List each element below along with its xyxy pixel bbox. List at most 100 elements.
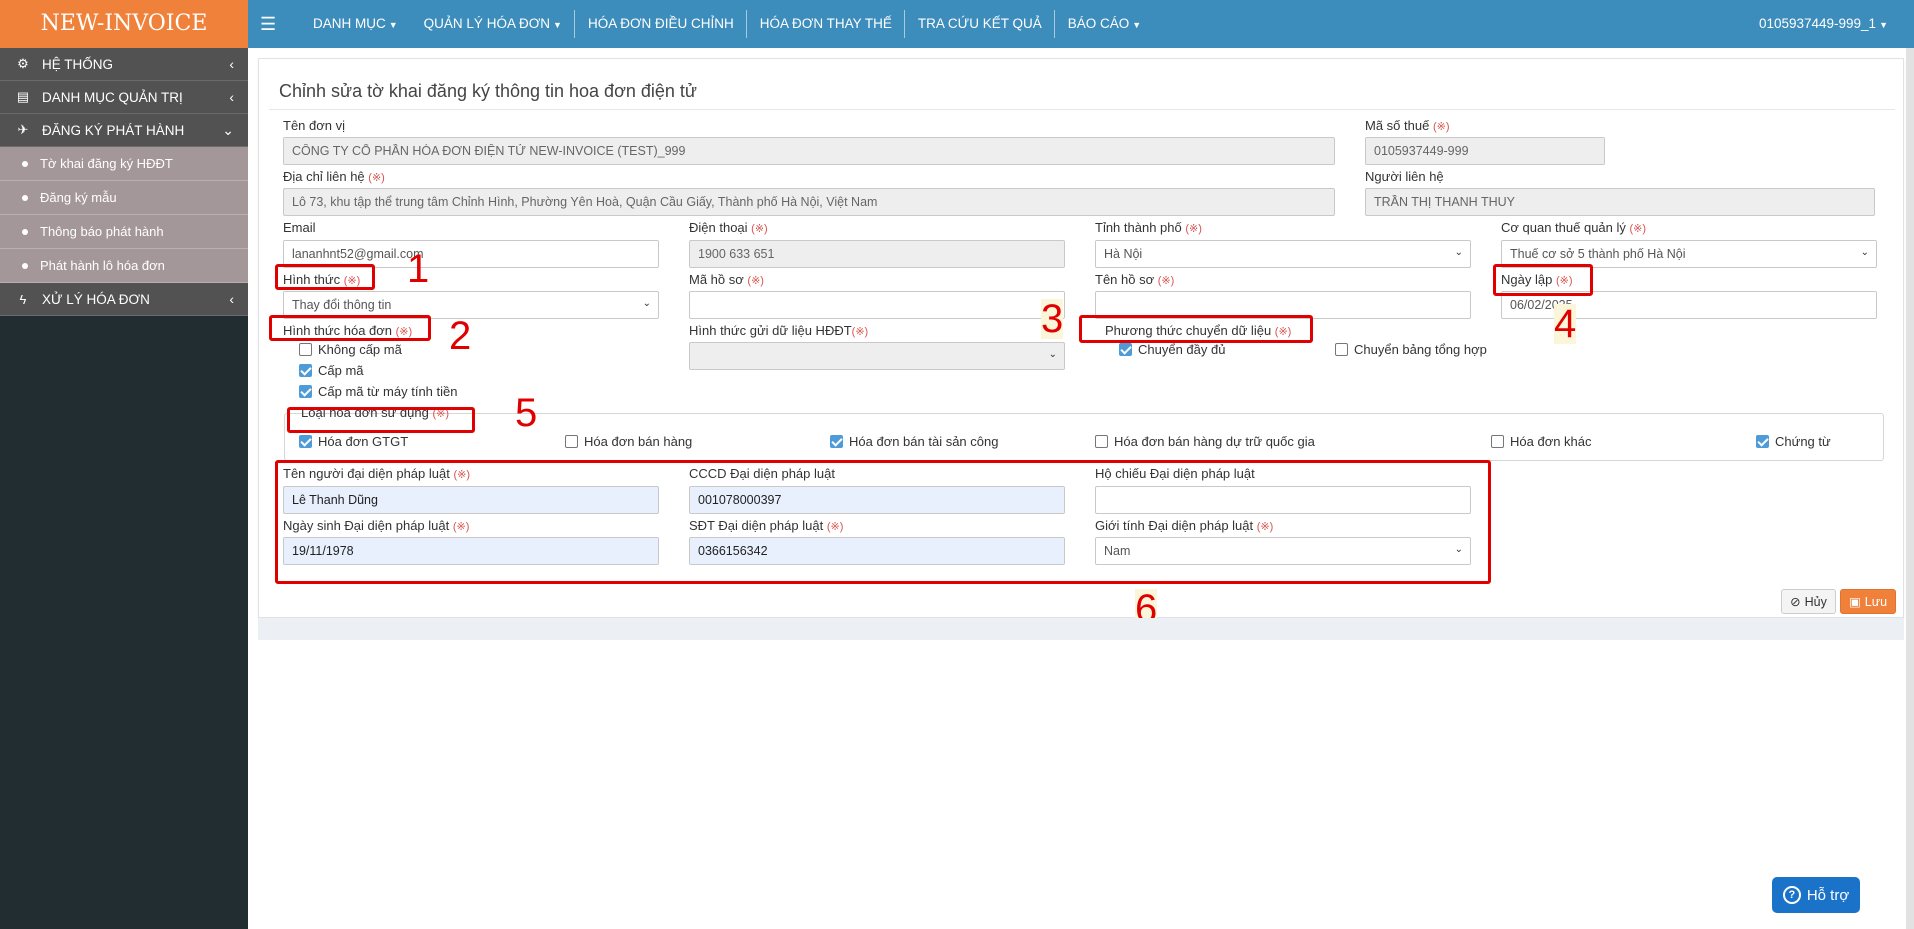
caret-down-icon: ▼ [388, 20, 398, 30]
chevron-left-icon: ‹ [229, 56, 234, 72]
hoa-don-ban-hang-checkbox[interactable]: Hóa đơn bán hàng [565, 434, 692, 449]
chuyen-bang-tong-hop-checkbox[interactable]: Chuyển bảng tổng hợp [1335, 342, 1487, 357]
annotation-number-1: 1 [407, 247, 430, 291]
ten-ho-so-label: Tên hồ sơ (※) [1095, 272, 1175, 287]
khong-cap-ma-checkbox[interactable]: Không cấp mã [299, 342, 402, 357]
topnav-danh-muc[interactable]: DANH MỤC ▼ [300, 0, 411, 48]
title-divider [269, 109, 1895, 110]
sidebar-subitem-thong-bao[interactable]: Thông báo phát hành [0, 215, 248, 249]
annotation-number-4: 4 [1554, 302, 1577, 346]
form-panel: Chỉnh sửa tờ khai đăng ký thông tin hoa … [258, 58, 1904, 629]
bolt-icon: ϟ [19, 291, 27, 307]
sidebar-subitem-phat-hanh-lo[interactable]: Phát hành lô hóa đơn [0, 249, 248, 283]
sidebar-item-label: HỆ THỐNG [42, 56, 114, 72]
tinh-thanh-pho-select[interactable]: Hà Nội [1095, 240, 1471, 268]
bullet-icon [22, 194, 28, 201]
topnav-hoa-don-dieu-chinh[interactable]: HÓA ĐƠN ĐIỀU CHỈNH [575, 0, 747, 48]
chevron-left-icon: ‹ [229, 291, 234, 307]
checkbox-box [1119, 343, 1132, 356]
panel-footer-strip [258, 618, 1904, 640]
checkbox-box [1491, 435, 1504, 448]
hinh-thuc-gui-select-wrap: ⌄ [689, 342, 1065, 370]
sidebar-item-label: XỬ LÝ HÓA ĐƠN [42, 291, 150, 307]
caret-down-icon: ▼ [1879, 20, 1888, 30]
ten-don-vi-label: Tên đơn vị [283, 118, 345, 133]
cap-ma-may-tinh-tien-checkbox[interactable]: Cấp mã từ máy tính tiền [299, 384, 457, 399]
sidebar-subitem-label: Phát hành lô hóa đơn [40, 258, 165, 273]
main-content: Chỉnh sửa tờ khai đăng ký thông tin hoa … [248, 48, 1914, 929]
sidebar-item-label: ĐĂNG KÝ PHÁT HÀNH [42, 122, 185, 138]
vertical-scrollbar[interactable] [1906, 48, 1914, 929]
topnav-label: QUẢN LÝ HÓA ĐƠN [423, 16, 551, 31]
sidebar-item-danh-muc-quan-tri[interactable]: ▤ DANH MỤC QUẢN TRỊ ‹ [0, 81, 248, 114]
ma-ho-so-label: Mã hồ sơ (※) [689, 272, 764, 287]
topnav-label: TRA CỨU KẾT QUẢ [917, 16, 1042, 31]
nguoi-lien-he-label: Người liên hệ [1365, 169, 1444, 184]
hoa-don-tai-san-cong-checkbox[interactable]: Hóa đơn bán tài sản công [830, 434, 998, 449]
annotation-box-5 [287, 407, 475, 433]
hinh-thuc-gui-select[interactable] [689, 342, 1065, 370]
checkbox-box [565, 435, 578, 448]
top-navbar: NEW-INVOICE ☰ DANH MỤC ▼ QUẢN LÝ HÓA ĐƠN ▼… [0, 0, 1914, 48]
hoa-don-khac-checkbox[interactable]: Hóa đơn khác [1491, 434, 1592, 449]
annotation-box-6 [275, 460, 1491, 584]
sidebar-item-xu-ly-hoa-don[interactable]: ϟ XỬ LÝ HÓA ĐƠN ‹ [0, 283, 248, 316]
ma-so-thue-label: Mã số thuế (※) [1365, 118, 1450, 133]
bullet-icon [22, 262, 28, 269]
caret-down-icon: ▼ [553, 20, 562, 30]
nguoi-lien-he-input[interactable] [1365, 188, 1875, 216]
sidebar-subitem-label: Thông báo phát hành [40, 224, 164, 239]
account-menu[interactable]: 0105937449-999_1 ▼ [1759, 0, 1888, 49]
ma-so-thue-input[interactable] [1365, 137, 1605, 165]
topnav-quan-ly-hoa-don[interactable]: QUẢN LÝ HÓA ĐƠN ▼ [411, 0, 576, 48]
hoa-don-gtgt-checkbox[interactable]: Hóa đơn GTGT [299, 434, 408, 449]
cancel-button[interactable]: ⊘ Hủy [1781, 589, 1836, 614]
checkbox-box [299, 435, 312, 448]
question-icon: ? [1782, 886, 1801, 904]
top-nav: DANH MỤC ▼ QUẢN LÝ HÓA ĐƠN ▼ HÓA ĐƠN ĐIỀU … [300, 0, 1154, 48]
dien-thoai-input[interactable] [689, 240, 1065, 268]
sidebar-subitem-to-khai[interactable]: Tờ khai đăng ký HĐĐT [0, 147, 248, 181]
topnav-label: HÓA ĐƠN ĐIỀU CHỈNH [587, 16, 734, 31]
bullet-icon [22, 160, 28, 167]
annotation-box-4 [1493, 264, 1593, 296]
tinh-thanh-pho-label: Tỉnh thành phố (※) [1095, 220, 1202, 235]
bullet-icon [22, 228, 28, 235]
topnav-label: BÁO CÁO [1067, 16, 1130, 31]
topnav-label: HÓA ĐƠN THAY THẾ [759, 16, 892, 31]
chung-tu-checkbox[interactable]: Chứng từ [1756, 434, 1831, 449]
hinh-thuc-gui-label: Hình thức gửi dữ liệu HĐĐT(※) [689, 323, 869, 338]
sidebar-item-dang-ky-phat-hanh[interactable]: ✈ ĐĂNG KÝ PHÁT HÀNH ⌄ [0, 114, 248, 147]
file-icon: ▤ [16, 89, 30, 104]
floppy-icon: ▣ [1848, 595, 1861, 609]
sidebar-item-label: DANH MỤC QUẢN TRỊ [42, 89, 183, 105]
hamburger-menu-icon[interactable]: ☰ [260, 12, 276, 36]
topnav-bao-cao[interactable]: BÁO CÁO ▼ [1055, 0, 1154, 48]
sidebar: ⚙ HỆ THỐNG ‹ ▤ DANH MỤC QUẢN TRỊ ‹ ✈ ĐĂN… [0, 48, 248, 929]
sidebar-subitem-label: Đăng ký mẫu [40, 190, 117, 205]
ma-ho-so-input[interactable] [689, 291, 1065, 319]
help-button[interactable]: ? Hỗ trợ [1772, 877, 1860, 913]
annotation-box-2 [269, 315, 431, 341]
chuyen-day-du-checkbox[interactable]: Chuyển đầy đủ [1119, 342, 1225, 357]
checkbox-box [1756, 435, 1769, 448]
cap-ma-checkbox[interactable]: Cấp mã [299, 363, 364, 378]
sidebar-subitem-dang-ky-mau[interactable]: Đăng ký mẫu [0, 181, 248, 215]
topnav-hoa-don-thay-the[interactable]: HÓA ĐƠN THAY THẾ [747, 0, 906, 48]
save-button[interactable]: ▣ Lưu [1840, 589, 1896, 614]
annotation-number-2: 2 [449, 314, 472, 358]
gears-icon: ⚙ [17, 56, 29, 71]
chevron-left-icon: ‹ [229, 89, 234, 105]
email-label: Email [283, 220, 316, 235]
topnav-tra-cuu-ket-qua[interactable]: TRA CỨU KẾT QUẢ [905, 0, 1055, 48]
sidebar-item-he-thong[interactable]: ⚙ HỆ THỐNG ‹ [0, 48, 248, 81]
plane-icon: ✈ [17, 122, 29, 137]
hoa-don-du-tru-quoc-gia-checkbox[interactable]: Hóa đơn bán hàng dự trữ quốc gia [1095, 434, 1315, 449]
dia-chi-label: Địa chỉ liên hệ (※) [283, 169, 385, 184]
tinh-thanh-pho-select-wrap: Hà Nội ⌄ [1095, 240, 1471, 268]
dien-thoai-label: Điện thoại (※) [689, 220, 768, 235]
dia-chi-input[interactable] [283, 188, 1335, 216]
app-logo[interactable]: NEW-INVOICE [0, 0, 248, 48]
ten-don-vi-input[interactable] [283, 137, 1335, 165]
ban-icon: ⊘ [1790, 595, 1801, 609]
